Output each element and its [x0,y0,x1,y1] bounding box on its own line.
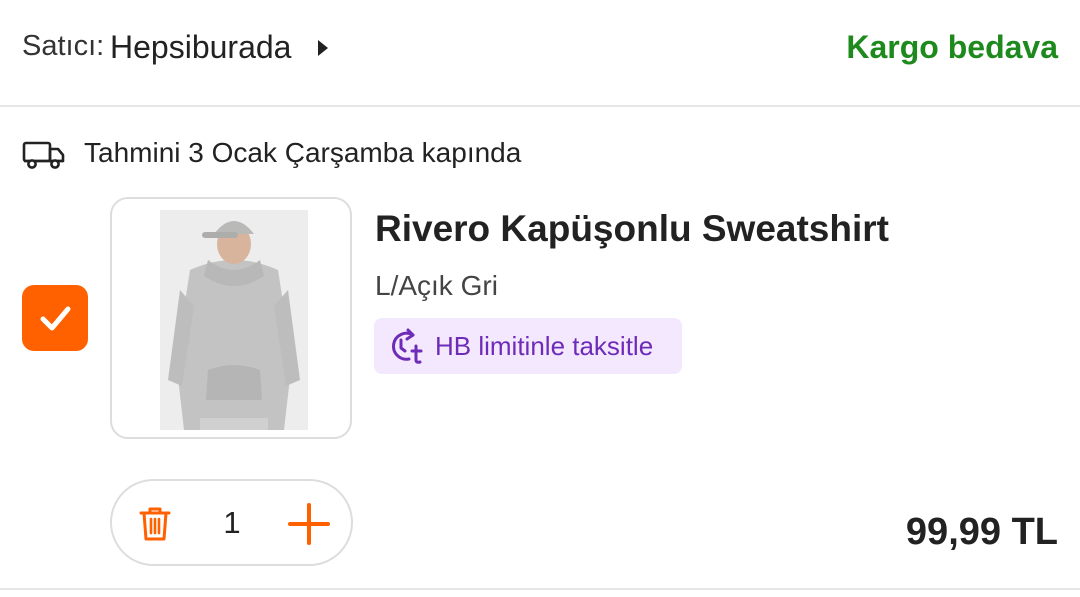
product-variant: L/Açık Gri [375,270,498,301]
seller-prefix: Satıcı: [22,30,105,62]
installment-badge[interactable]: HB limitinle taksitle [374,318,682,374]
trash-icon[interactable] [134,502,176,544]
item-select-checkbox[interactable] [22,285,88,351]
free-shipping-label: Kargo bedava [846,29,1058,65]
quantity-stepper: 1 [110,479,353,566]
product-image[interactable] [110,197,352,439]
clock-installment-icon [391,328,423,364]
item-price: 99,99 TL [905,511,1058,553]
quantity-value: 1 [223,505,241,540]
divider [0,588,1080,590]
seller-row: Satıcı: Hepsiburada Kargo bedava [0,0,1080,107]
delivery-estimate-text: Tahmini 3 Ocak Çarşamba kapında [84,137,522,168]
plus-icon[interactable] [286,501,332,547]
seller-name-link[interactable]: Hepsiburada [110,29,291,66]
caret-right-icon[interactable] [318,40,328,56]
check-icon [40,306,71,331]
truck-icon [22,141,65,169]
product-photo [160,210,308,430]
installment-label: HB limitinle taksitle [435,331,654,361]
delivery-estimate: Tahmini 3 Ocak Çarşamba kapında [0,130,1080,178]
product-name[interactable]: Rivero Kapüşonlu Sweatshirt [375,208,889,250]
